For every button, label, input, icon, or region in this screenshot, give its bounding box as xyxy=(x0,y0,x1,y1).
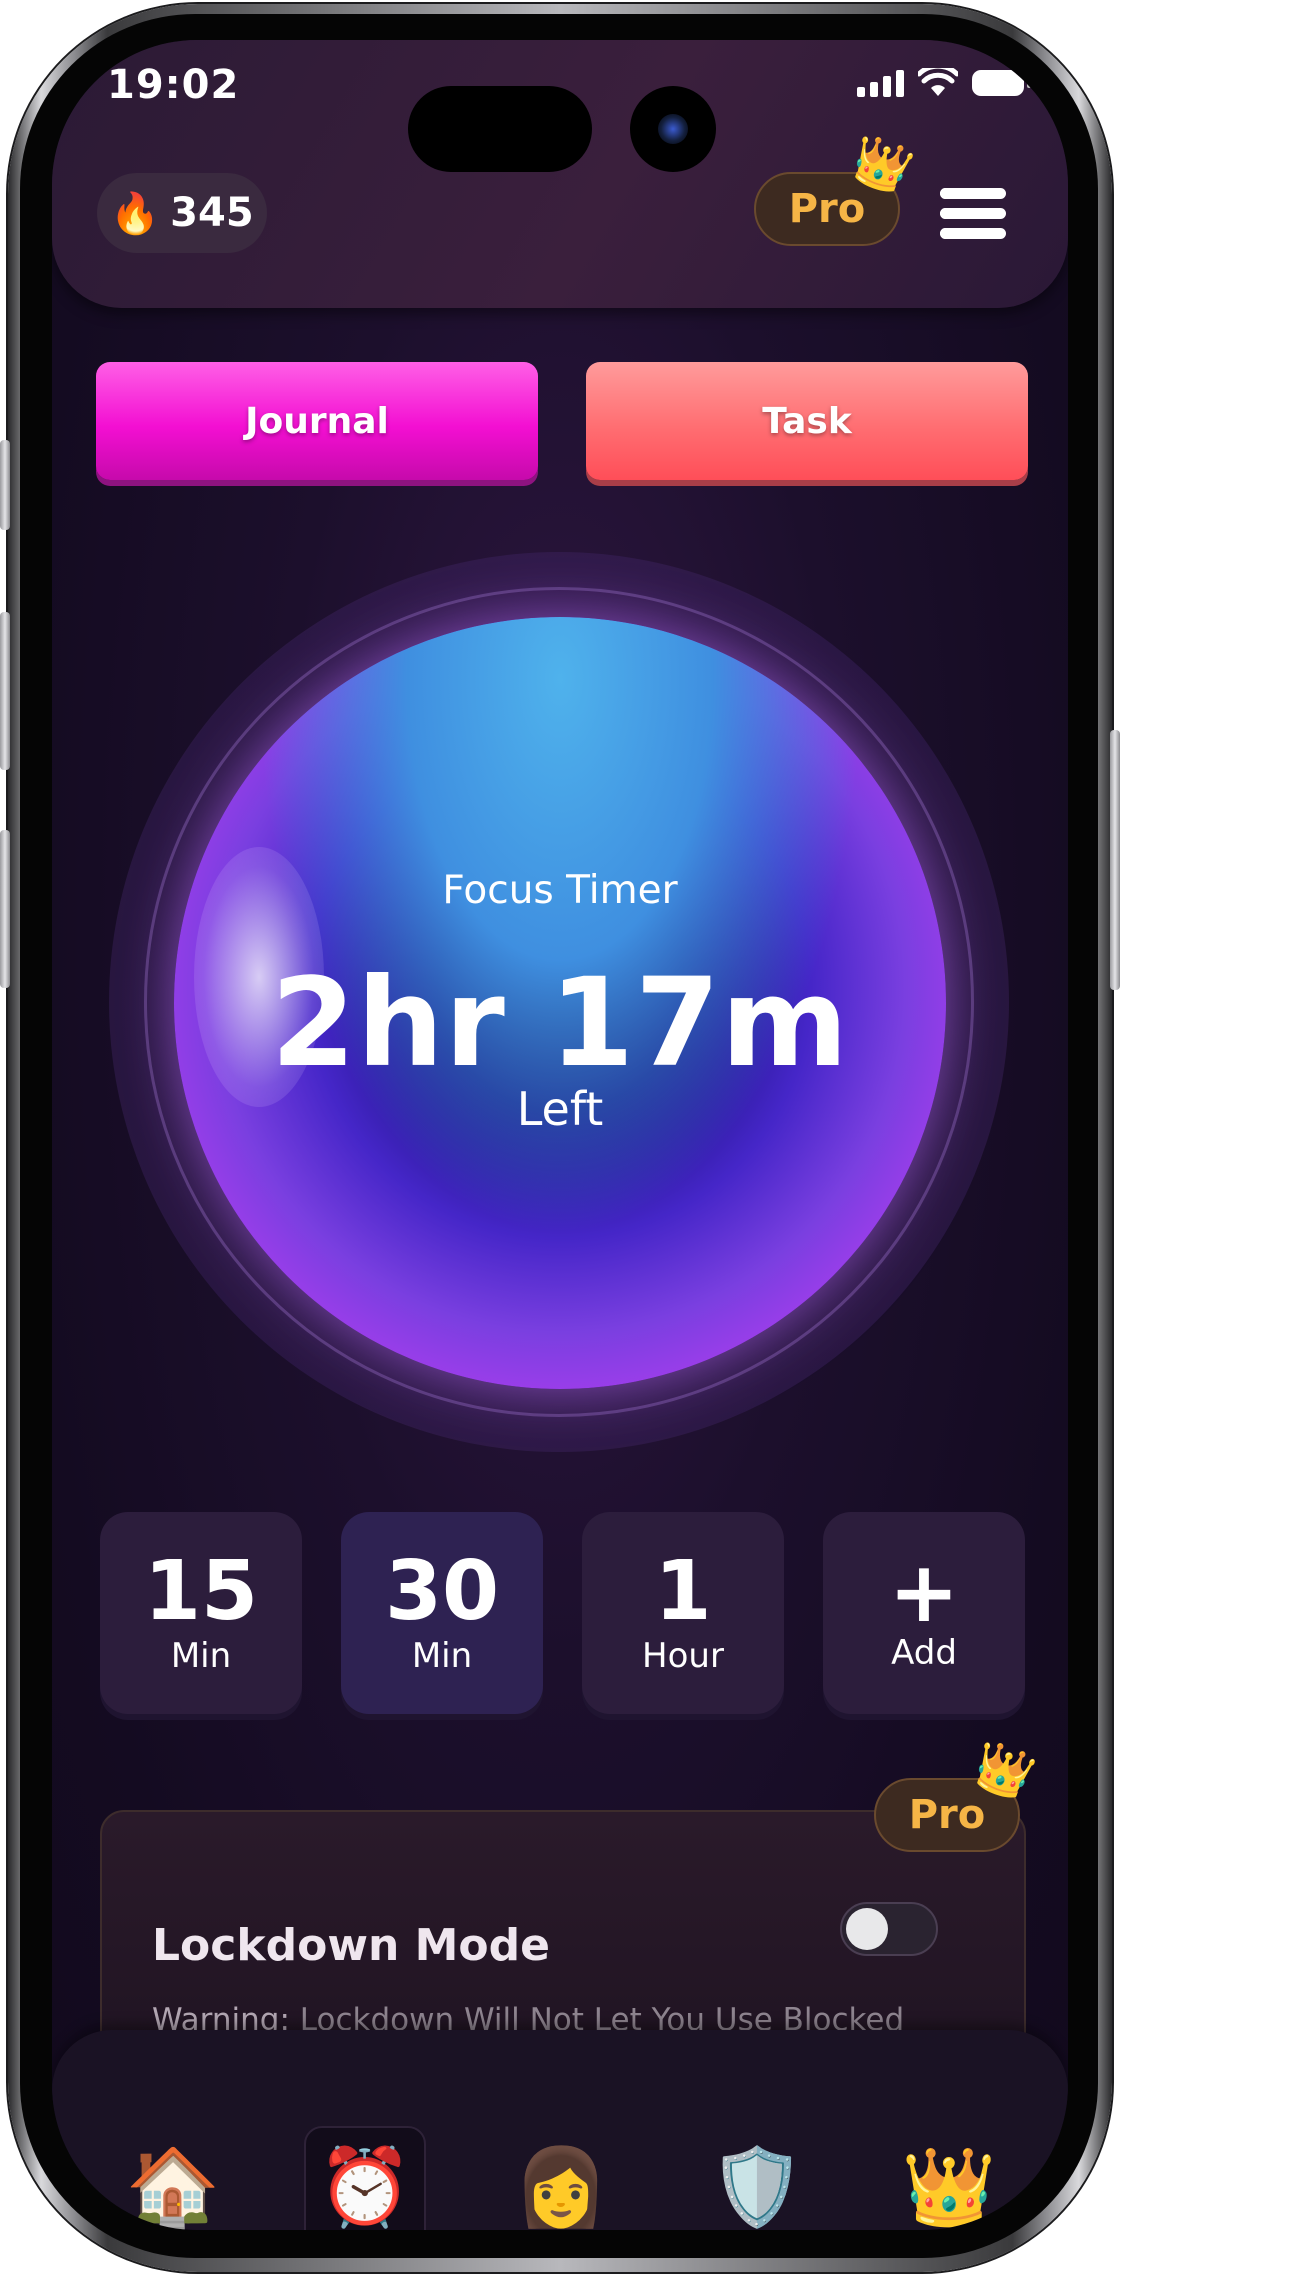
volume-up-button xyxy=(0,612,10,770)
task-button[interactable]: Task xyxy=(586,362,1028,480)
wifi-icon xyxy=(918,68,958,96)
preset-value: 1 xyxy=(654,1544,712,1639)
profile-icon: 👩 xyxy=(513,2142,609,2230)
toggle-knob xyxy=(846,1908,888,1950)
plus-icon: + xyxy=(888,1543,960,1641)
timer-label: Focus Timer xyxy=(442,868,678,913)
preset-unit: Min xyxy=(170,1636,232,1676)
flame-icon: 🔥 xyxy=(110,190,161,237)
alarm-clock-icon: ⏰ xyxy=(317,2142,413,2230)
battery-icon xyxy=(972,70,1031,96)
preset-15-min-button[interactable]: 15 Min xyxy=(100,1512,302,1714)
preset-30-min-button[interactable]: 30 Min xyxy=(341,1512,543,1714)
cellular-signal-icon xyxy=(857,69,904,97)
timer-remaining: 2hr 17m xyxy=(270,952,850,1094)
journal-button[interactable]: Journal xyxy=(96,362,538,480)
tab-home[interactable]: 🏠 xyxy=(112,2126,234,2230)
streak-count: 345 xyxy=(170,190,254,236)
preset-1-hour-button[interactable]: 1 Hour xyxy=(582,1512,784,1714)
action-button xyxy=(0,440,10,530)
menu-icon[interactable] xyxy=(940,188,1006,240)
preset-value: 30 xyxy=(384,1544,500,1639)
add-preset-button[interactable]: + Add xyxy=(823,1512,1025,1714)
tab-blocker[interactable]: 🛡️ xyxy=(696,2126,818,2230)
app-screen: 19:02 🔥 345 Pro 👑 Journal Task Focus Tim… xyxy=(52,40,1068,2230)
status-time: 19:02 xyxy=(107,62,240,108)
preset-value: 15 xyxy=(143,1544,259,1639)
front-camera xyxy=(630,86,716,172)
volume-down-button xyxy=(0,830,10,988)
lockdown-title: Lockdown Mode xyxy=(152,1920,550,1971)
status-icons xyxy=(857,68,1031,98)
tab-profile[interactable]: 👩 xyxy=(500,2126,622,2230)
crown-icon: 👑 xyxy=(901,2142,997,2230)
home-icon: 🏠 xyxy=(125,2142,221,2230)
tab-premium[interactable]: 👑 xyxy=(888,2126,1010,2230)
dynamic-island xyxy=(408,86,592,172)
preset-unit: Min xyxy=(411,1636,473,1676)
tab-focus-timer[interactable]: ⏰ xyxy=(304,2126,426,2230)
timer-suffix: Left xyxy=(516,1082,604,1136)
shield-icon: 🛡️ xyxy=(709,2142,805,2230)
preset-unit: Hour xyxy=(642,1636,724,1676)
lockdown-toggle[interactable] xyxy=(840,1902,938,1956)
preset-unit: Add xyxy=(891,1633,957,1673)
streak-badge[interactable]: 🔥 345 xyxy=(97,173,267,253)
power-button xyxy=(1110,730,1120,990)
